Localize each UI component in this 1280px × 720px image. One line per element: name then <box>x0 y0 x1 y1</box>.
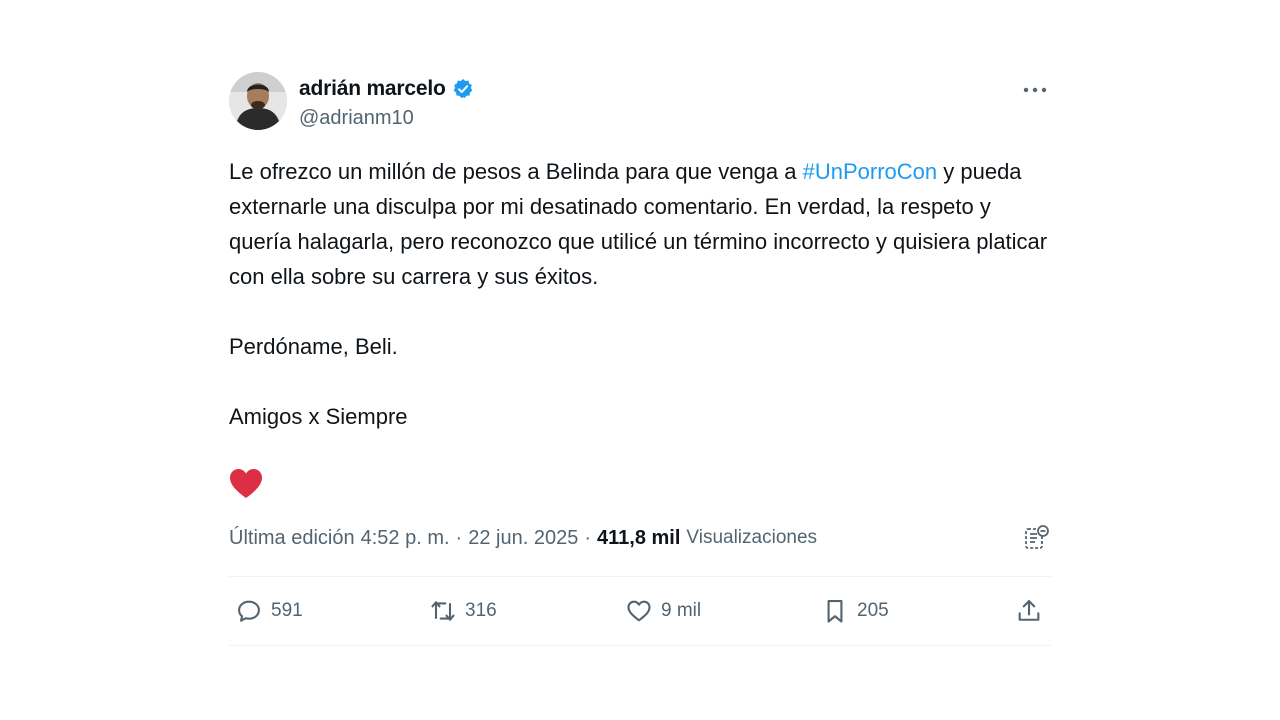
tweet-header: adrián marcelo @adrianm10 <box>229 72 1051 134</box>
share-button[interactable] <box>1015 597 1043 625</box>
divider <box>229 645 1051 646</box>
edit-history-icon[interactable] <box>1023 524 1051 552</box>
verified-badge-icon <box>452 78 474 100</box>
tweet-text-part: Le ofrezco un millón de pesos a Belinda … <box>229 159 803 184</box>
red-heart-emoji-icon <box>229 468 1051 508</box>
views-count: 411,8 mil <box>597 526 681 549</box>
tweet-time[interactable]: 4:52 p. m. <box>361 527 450 550</box>
author-handle[interactable]: @adrianm10 <box>299 107 474 130</box>
tweet-card: adrián marcelo @adrianm10 Le ofrezco un … <box>229 72 1051 646</box>
bookmark-icon <box>827 600 843 623</box>
author-names: adrián marcelo @adrianm10 <box>299 77 474 130</box>
repost-icon <box>431 601 455 621</box>
tweet-actions: 591 316 9 mil 205 <box>229 577 1051 645</box>
tweet-paragraph-2: Perdóname, Beli. <box>229 334 398 359</box>
repost-count: 316 <box>465 600 497 621</box>
author-display-name[interactable]: adrián marcelo <box>299 77 446 101</box>
like-button[interactable]: 9 mil <box>625 597 701 625</box>
tweet-date[interactable]: 22 jun. 2025 <box>468 527 578 550</box>
reply-button[interactable]: 591 <box>235 597 303 625</box>
meta-separator: · <box>455 526 463 549</box>
edited-label[interactable]: Última edición <box>229 527 355 550</box>
bookmark-count: 205 <box>857 600 889 621</box>
more-options-icon[interactable] <box>1019 78 1051 102</box>
meta-separator: · <box>584 526 591 549</box>
heart-icon <box>627 600 651 622</box>
tweet-paragraph-3: Amigos x Siempre <box>229 404 408 429</box>
hashtag-link[interactable]: #UnPorroCon <box>803 159 938 184</box>
bookmark-button[interactable]: 205 <box>821 597 889 625</box>
share-icon <box>1018 600 1040 621</box>
avatar[interactable] <box>229 72 287 130</box>
tweet-meta: Última edición 4:52 p. m. · 22 jun. 2025… <box>229 522 1051 554</box>
tweet-paragraph-1: Le ofrezco un millón de pesos a Belinda … <box>229 154 1051 294</box>
reply-icon <box>238 600 260 622</box>
like-count: 9 mil <box>661 600 702 621</box>
repost-button[interactable]: 316 <box>429 597 497 625</box>
views-label: Visualizaciones <box>686 527 818 548</box>
reply-count: 591 <box>271 600 303 621</box>
tweet-text: Le ofrezco un millón de pesos a Belinda … <box>229 154 1051 434</box>
